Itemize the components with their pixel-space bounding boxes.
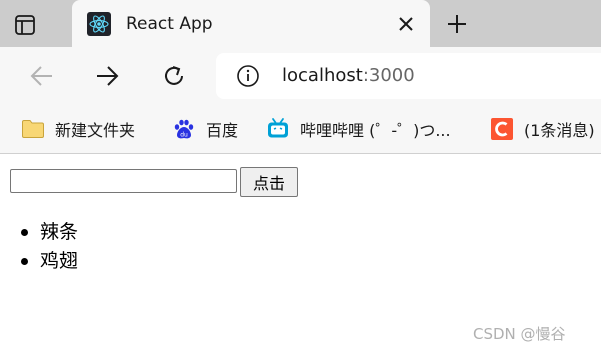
text-input[interactable] — [10, 169, 237, 193]
item-list: 辣条 鸡翅 — [0, 218, 78, 276]
bookmark-new-folder[interactable]: 新建文件夹 — [21, 115, 135, 143]
tab-actions-icon — [15, 15, 35, 35]
forward-button[interactable] — [92, 61, 122, 91]
bookmark-label: (1条消息) — [524, 121, 595, 140]
baidu-icon: du — [174, 119, 194, 139]
bookmark-label: 新建文件夹 — [55, 121, 136, 140]
refresh-button[interactable] — [159, 61, 189, 91]
list-bullet — [21, 258, 28, 265]
navigation-toolbar: localhost:3000 — [0, 47, 601, 105]
folder-icon — [22, 120, 44, 138]
bookmark-baidu[interactable]: du 百度 — [172, 115, 238, 143]
bookmark-label: 哔哩哔哩 (゜-゜)つ... — [300, 121, 451, 140]
list-bullet — [21, 229, 28, 236]
back-button[interactable] — [27, 61, 57, 91]
watermark: CSDN @慢谷 — [473, 325, 566, 343]
tab-actions-button[interactable] — [10, 12, 40, 38]
list-item-text: 辣条 — [40, 221, 79, 243]
refresh-icon — [165, 66, 183, 85]
bookmark-label: 百度 — [206, 121, 239, 140]
bookmark-bilibili[interactable]: 哔哩哔哩 (゜-゜)つ... — [266, 115, 451, 143]
info-icon[interactable] — [236, 64, 260, 88]
react-icon — [87, 12, 111, 36]
csdn-icon — [491, 118, 513, 140]
url-text[interactable]: localhost:3000 — [282, 64, 415, 88]
tab-title: React App — [126, 14, 213, 34]
click-button[interactable]: 点击 — [240, 167, 298, 197]
address-bar[interactable]: localhost:3000 — [216, 53, 601, 99]
tab-react-app[interactable]: React App — [72, 0, 430, 47]
list-item: 鸡翅 — [21, 247, 79, 276]
list-item-text: 鸡翅 — [40, 250, 79, 272]
url-port: :3000 — [362, 65, 415, 86]
bookmark-csdn[interactable]: (1条消息) — [490, 115, 595, 143]
url-host: localhost — [282, 65, 363, 86]
page-content: 点击 辣条 鸡翅 CSDN @慢谷 — [0, 154, 601, 352]
bookmarks-bar: 新建文件夹 du 百度 哔哩哔哩 (゜-゜)つ... (1条消息) — [0, 105, 601, 154]
bilibili-icon — [268, 118, 288, 138]
tab-strip: React App — [0, 0, 601, 47]
svg-text:du: du — [180, 132, 188, 139]
arrow-left-icon — [30, 66, 52, 86]
arrow-right-icon — [97, 66, 119, 86]
new-tab-icon[interactable] — [446, 13, 468, 35]
list-item: 辣条 — [21, 218, 79, 247]
close-icon[interactable] — [396, 14, 416, 34]
